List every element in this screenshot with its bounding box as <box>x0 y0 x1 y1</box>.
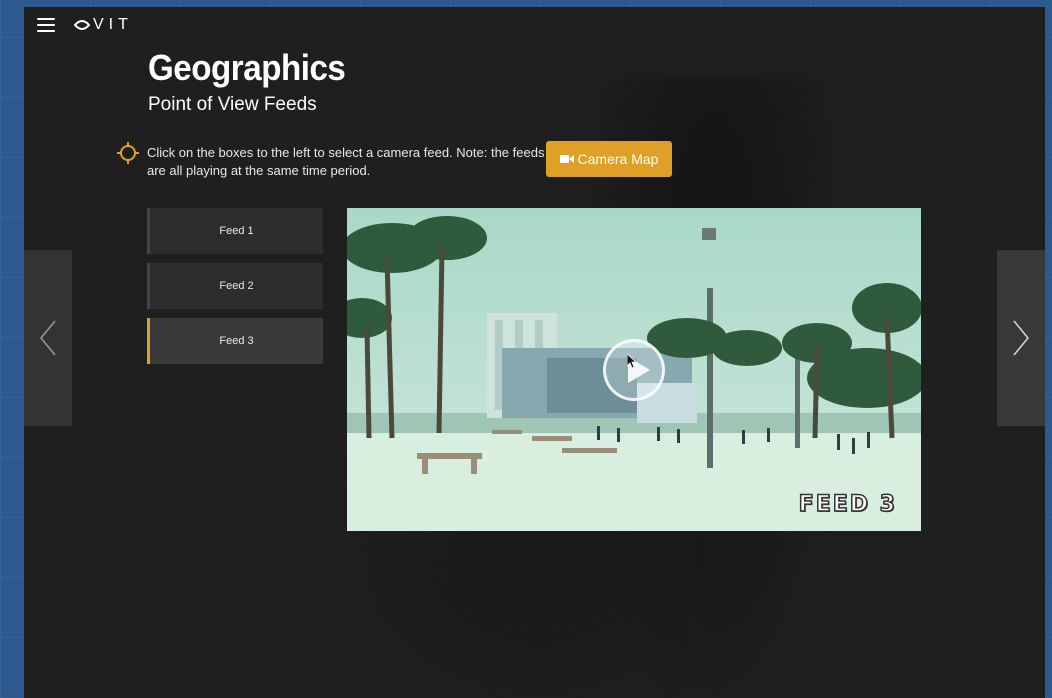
camera-map-button[interactable]: Camera Map <box>546 141 672 177</box>
logo-mark-icon <box>74 20 90 30</box>
feed-item-3[interactable]: Feed 3 <box>147 318 323 364</box>
feed-item-2[interactable]: Feed 2 <box>147 263 323 309</box>
video-player[interactable]: FEED 3 <box>347 208 921 531</box>
presentation-stage: VIT Geographics Point of View Feeds Clic… <box>24 7 1045 698</box>
chevron-left-icon <box>40 320 56 356</box>
page-title: Geographics <box>148 47 346 88</box>
logo: VIT <box>74 16 133 34</box>
feed-label: Feed 3 <box>219 335 254 347</box>
next-slide-button[interactable] <box>997 250 1045 426</box>
feed-item-1[interactable]: Feed 1 <box>147 208 323 254</box>
page-subtitle: Point of View Feeds <box>148 94 317 115</box>
instruction-text: Click on the boxes to the left to select… <box>147 145 545 178</box>
feed-list: Feed 1 Feed 2 Feed 3 <box>147 208 323 373</box>
video-camera-icon <box>559 155 574 163</box>
logo-text: VIT <box>93 16 133 33</box>
play-icon[interactable] <box>603 339 665 401</box>
chevron-right-icon <box>1013 320 1029 356</box>
feed-label: Feed 2 <box>219 280 254 292</box>
crosshair-icon <box>117 142 139 164</box>
previous-slide-button[interactable] <box>24 250 72 426</box>
camera-map-label: Camera Map <box>577 151 659 167</box>
feed-label: Feed 1 <box>219 225 254 237</box>
video-overlay-label: FEED 3 <box>798 491 897 518</box>
hamburger-icon[interactable] <box>37 18 55 32</box>
top-bar: VIT <box>37 14 133 36</box>
mouse-cursor-icon <box>627 354 637 368</box>
